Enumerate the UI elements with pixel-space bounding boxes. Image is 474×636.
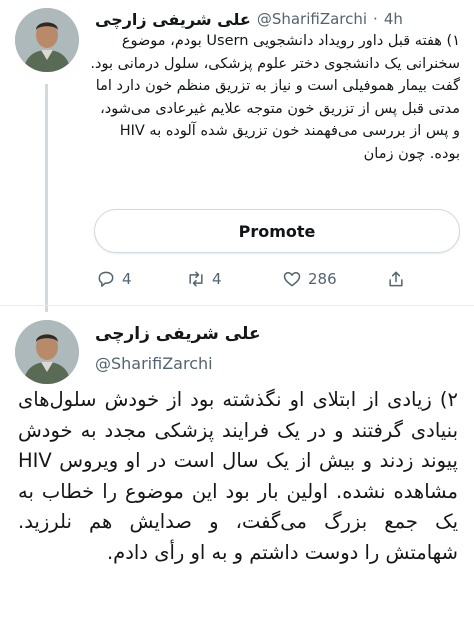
reply-button[interactable]: 4 xyxy=(96,269,132,289)
avatar[interactable] xyxy=(15,8,79,72)
tweet-text: ۱) هفته قبل داور رویداد دانشجویی Usern ب… xyxy=(90,33,460,162)
share-button[interactable] xyxy=(386,269,406,289)
retweet-button[interactable]: 4 xyxy=(186,269,222,289)
avatar-photo xyxy=(15,320,79,384)
tweet-1[interactable]: علی شریفی زارچی @SharifiZarchi · 4h ۱) ه… xyxy=(0,0,474,312)
like-button[interactable]: 286 xyxy=(282,269,337,289)
author-name[interactable]: علی شریفی زارچی xyxy=(95,324,455,344)
author-handle[interactable]: @SharifiZarchi xyxy=(95,354,455,373)
thread-connector-line xyxy=(45,84,48,312)
avatar[interactable] xyxy=(15,320,79,384)
tweet-2-text: ۲) زیادی از ابتلای او نگذشته بود از خودش… xyxy=(18,388,458,564)
timestamp[interactable]: 4h xyxy=(384,10,403,28)
tweet-2-header: علی شریفی زارچی @SharifiZarchi xyxy=(95,324,455,373)
share-icon xyxy=(389,271,403,287)
reply-icon xyxy=(98,271,114,287)
tweet-divider xyxy=(0,305,474,306)
promote-button[interactable]: Promote xyxy=(94,209,460,253)
author-name[interactable]: علی شریفی زارچی xyxy=(95,10,251,29)
avatar-photo xyxy=(15,8,79,72)
like-icon xyxy=(283,272,301,287)
separator-dot: · xyxy=(373,10,378,28)
author-handle[interactable]: @SharifiZarchi xyxy=(257,10,367,28)
retweet-count: 4 xyxy=(212,270,222,288)
tweet-header: علی شریفی زارچی @SharifiZarchi · 4h xyxy=(95,6,455,32)
reply-count: 4 xyxy=(122,270,132,288)
like-count: 286 xyxy=(308,270,337,288)
tweet-actions: 4 4 286 xyxy=(96,266,436,292)
retweet-icon xyxy=(189,271,203,287)
